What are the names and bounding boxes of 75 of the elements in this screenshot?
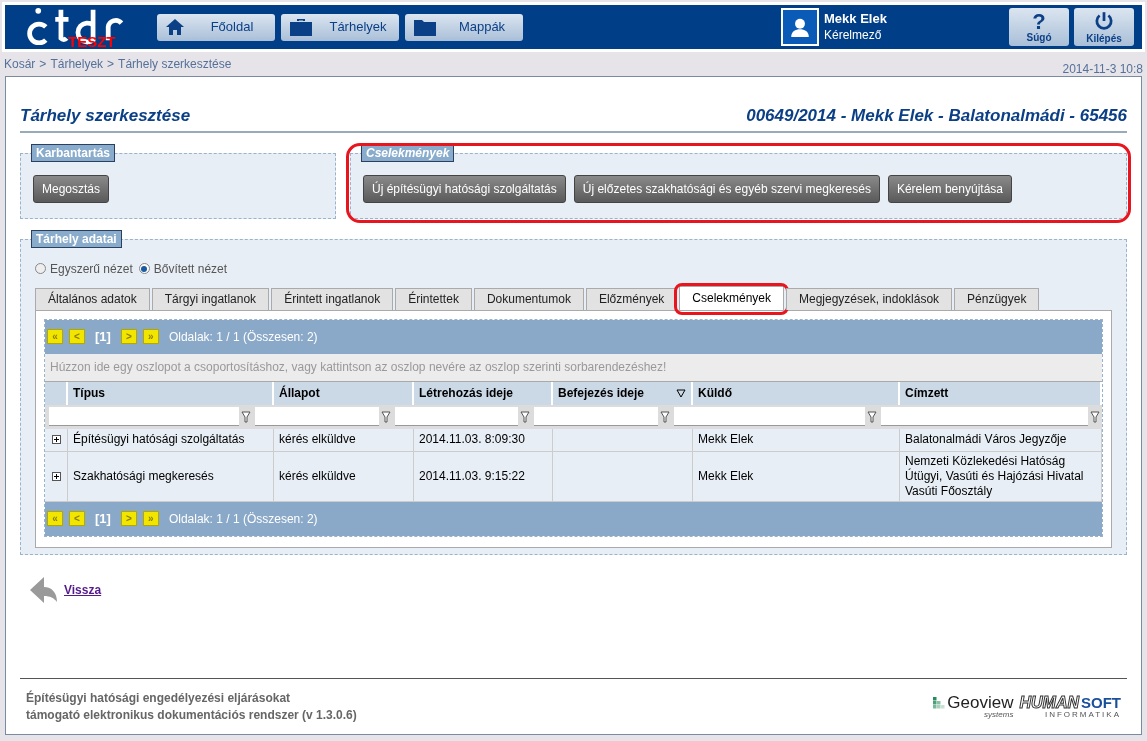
help-icon: ? [1032,11,1046,33]
table-cell: Szakhatósági megkeresés [73,468,214,484]
power-icon [1093,10,1115,32]
expand-icon[interactable] [51,471,61,481]
group-hint: Húzzon ide egy oszlopot a csoportosításhoz, vagy kattintson az oszlop nevére az oszlop szerinti sorbarendezéshez! [45,353,1102,382]
tab[interactable]: Cselekmények [679,285,784,310]
section-legend: Tárhely adatai [31,229,122,248]
breadcrumb-separator: > [39,56,47,73]
squares-icon [933,696,946,709]
case-title: 00649/2014 - Mekk Elek - Balatonalmádi - 65456 [746,105,1127,127]
filter-icon [241,410,251,423]
section-legend: Karbantartás [31,143,116,162]
vendor-logo: Geoview systems [933,694,1014,719]
filter-field[interactable] [255,407,379,426]
filter-field[interactable] [881,407,1088,426]
nav-button[interactable]: Mappák [405,13,523,41]
table-cell-text: Nemzeti Közlekedési Hatóság Útügyi, Vasúti és Hajózási Hivatal Vasúti Főosztály [905,453,1085,499]
filter-icon [1090,410,1100,423]
nav-button[interactable]: Főoldal [157,13,275,41]
breadcrumb-item[interactable]: Kosár [4,55,36,73]
user-role: Kérelmező [824,27,883,44]
table-cell: Balatonalmádi Város Jegyzője [905,432,1067,447]
filter-field[interactable] [395,407,518,426]
action-button[interactable]: Megosztás [33,174,110,203]
table-cell: 2014.11.03. 8:09:30 [419,432,525,447]
filter-icon [867,410,877,423]
help-button[interactable]: ? Súgó [1009,8,1069,46]
action-button[interactable]: Kérelem benyújtása [887,174,1012,203]
logo-text: TESZT [68,34,116,49]
table-cell: Mekk Elek [698,432,754,447]
filter-field[interactable] [534,407,658,426]
radio-button[interactable] [138,263,150,274]
action-button[interactable]: Új előzetes szakhatósági és egyéb szervi megkeresés [573,174,880,203]
page-title: Tárhely szerkesztése [20,105,191,127]
table-cell: Építésügyi hatósági szolgáltatás [73,432,245,447]
radio-button[interactable] [35,263,46,274]
tab[interactable]: Tárgyi ingatlanok [151,287,270,310]
table-cell: Mekk Elek [698,468,754,484]
radio-label: Bővített nézet [153,260,228,278]
tab[interactable]: Dokumentumok [473,287,584,310]
tab[interactable]: Pénzügyek [954,287,1040,310]
table-cell: kérés elküldve [279,432,356,447]
filter-icon [660,410,670,423]
logout-button[interactable]: Kilépés [1074,8,1134,46]
footer-text: támogató elektronikus dokumentációs rendszer (v 1.3.0.6) [26,706,357,724]
home-icon [165,17,185,37]
nav-button[interactable]: Tárhelyek [281,13,399,41]
current-page: [1] [95,327,111,346]
filter-icon [520,410,530,423]
folder-icon [413,17,437,37]
datetime-text: 2014-11-3 10:8 [1062,61,1143,78]
breadcrumb-item[interactable]: Tárhelyek [50,55,104,73]
expand-icon[interactable] [51,435,61,444]
tab[interactable]: Általános adatok [35,287,150,310]
footer-text: Építésügyi hatósági engedélyezési eljárásokat [26,689,292,707]
breadcrumb-separator: > [107,56,115,73]
person-icon [789,16,811,38]
action-button[interactable]: Új építésügyi hatósági szolgáltatás [363,174,566,203]
pager-info: Oldalak: 1 / 1 (Összesen: 2) [168,328,318,346]
back-link[interactable]: Vissza [64,580,102,599]
sort-icon [676,388,686,398]
breadcrumb-item: Tárhely szerkesztése [118,56,232,73]
tab[interactable]: Érintettek [395,287,472,310]
tab[interactable]: Érintett ingatlanok [271,287,394,310]
filter-icon [381,410,391,423]
table-cell: kérés elküldve [279,468,356,484]
briefcase-icon [289,17,313,37]
table-cell: 2014.11.03. 9:15:22 [419,468,525,484]
pager-info: Oldalak: 1 / 1 (Összesen: 2) [168,510,318,528]
user-name: Mekk Elek [824,10,888,27]
current-page: [1] [95,509,111,528]
radio-label: Egyszerű nézet [50,260,133,278]
filter-field[interactable] [674,407,865,426]
filter-field[interactable] [49,407,239,426]
tab[interactable]: Megjegyzések, indoklások [786,287,953,310]
